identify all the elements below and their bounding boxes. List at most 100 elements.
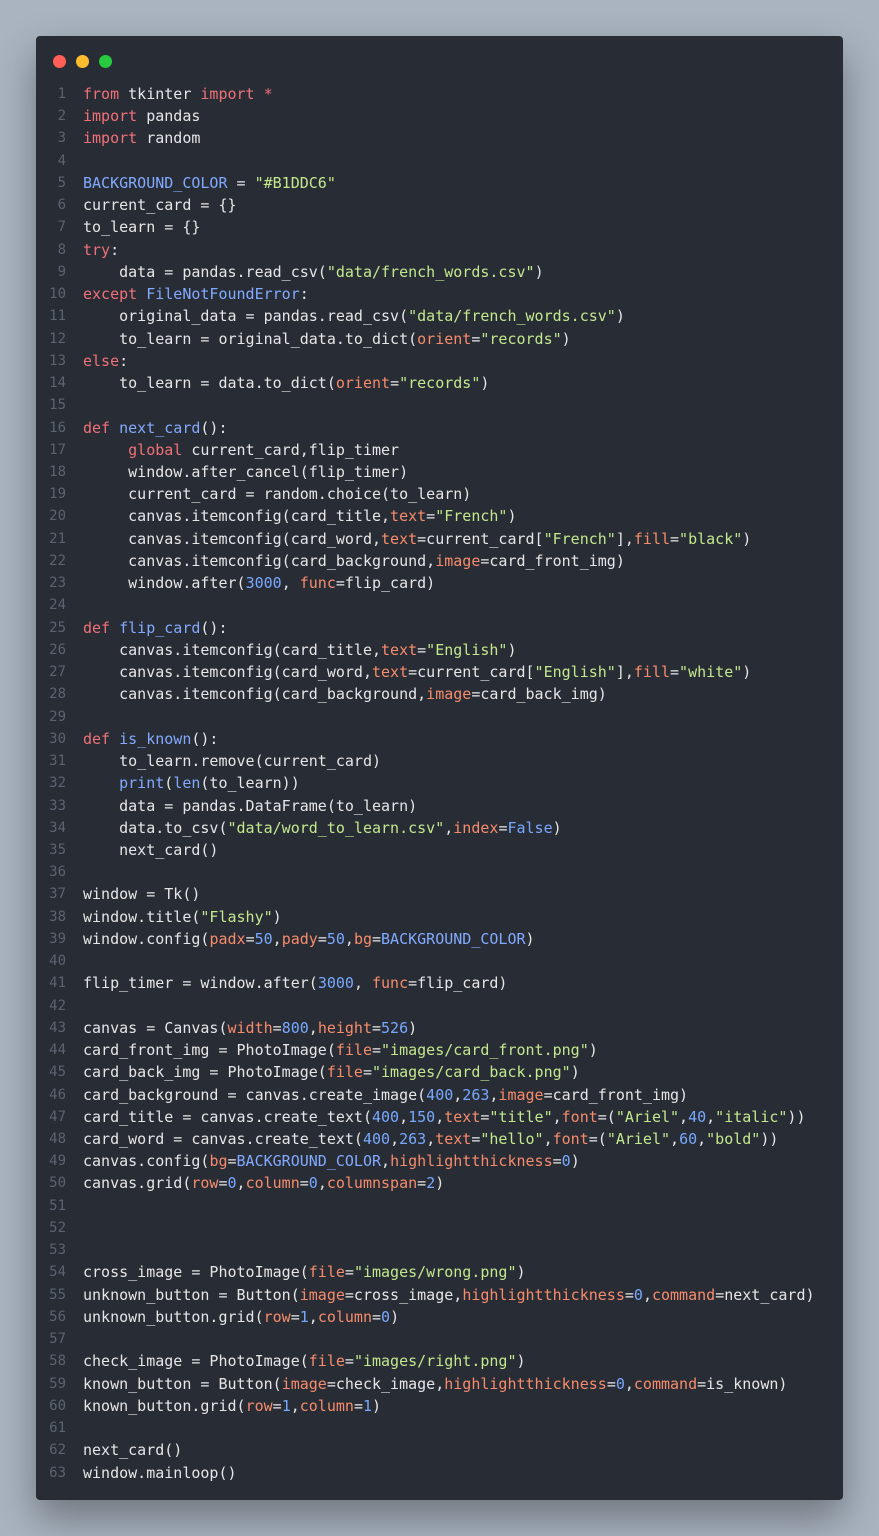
code-text: def flip_card(): <box>83 617 228 639</box>
code-token: 0 <box>561 1152 571 1171</box>
line-number: 34 <box>49 819 66 836</box>
code-token: ) <box>615 307 625 326</box>
code-line: 20 canvas.itemconfig(card_title,text="Fr… <box>36 505 843 527</box>
code-text: else: <box>83 350 128 372</box>
maximize-button[interactable] <box>99 55 112 68</box>
code-line: 47 card_title = canvas.create_text(400,15… <box>36 1106 843 1128</box>
minimize-button[interactable] <box>76 55 89 68</box>
line-number: 25 <box>49 619 66 636</box>
code-token: , <box>435 1107 445 1126</box>
code-line: 24 <box>36 594 843 616</box>
code-token: = <box>344 1263 354 1282</box>
code-token: canvas.config( <box>83 1152 210 1171</box>
code-token: , <box>444 818 454 837</box>
code-token: text <box>390 507 427 526</box>
code-token: 526 <box>381 1018 409 1037</box>
code-token: "data/french_words.csv" <box>326 262 535 281</box>
code-token: "#B1DDC6" <box>254 173 336 192</box>
code-text: unknown_button = Button(image=cross_imag… <box>83 1284 815 1306</box>
line-number: 23 <box>49 575 66 592</box>
line-number: 11 <box>49 308 66 325</box>
code-line: 31 to_learn.remove(current_card) <box>36 750 843 772</box>
code-token: ], <box>615 529 634 548</box>
line-number: 40 <box>49 953 66 970</box>
line-number: 28 <box>49 686 66 703</box>
code-token: file <box>326 1063 363 1082</box>
code-token: row <box>191 1174 219 1193</box>
code-token: ) <box>507 640 517 659</box>
code-text: import pandas <box>83 105 200 127</box>
line-number: 26 <box>49 641 66 658</box>
code-token: 1 <box>281 1396 291 1415</box>
code-text: def next_card(): <box>83 417 228 439</box>
code-line: 55 unknown_button = Button(image=cross_im… <box>36 1284 843 1306</box>
code-token: ) <box>534 262 544 281</box>
code-token: = <box>218 1174 228 1193</box>
code-token: def <box>83 418 111 437</box>
code-line: 30 def is_known(): <box>36 728 843 750</box>
line-number: 62 <box>49 1442 66 1459</box>
code-token: ) <box>390 1307 400 1326</box>
code-text: window.title("Flashy") <box>83 906 282 928</box>
code-line: 43 canvas = Canvas(width=800,height=526) <box>36 1017 843 1039</box>
code-token: to_learn = data.to_dict( <box>83 374 336 393</box>
line-number: 43 <box>49 1019 66 1036</box>
code-token: highlightthickness <box>390 1152 553 1171</box>
code-token: 1 <box>299 1307 309 1326</box>
code-token: : <box>119 351 129 370</box>
code-token: FileNotFoundError <box>146 285 300 304</box>
code-token: window.title( <box>83 907 201 926</box>
code-line: 18 window.after_cancel(flip_timer) <box>36 461 843 483</box>
code-token: pady <box>281 929 318 948</box>
code-token: ) <box>570 1152 580 1171</box>
code-token: unknown_button = Button( <box>83 1285 300 1304</box>
code-token: window.mainloop() <box>83 1463 237 1482</box>
code-token: =card_front_img) <box>480 551 625 570</box>
code-token: ) <box>516 1263 526 1282</box>
code-token: image <box>435 551 481 570</box>
code-line: 1 from tkinter import * <box>36 83 843 105</box>
code-token: canvas = Canvas( <box>83 1018 228 1037</box>
code-token: canvas.itemconfig(card_title, <box>83 640 382 659</box>
line-number: 10 <box>49 286 66 303</box>
code-token: = <box>372 1307 382 1326</box>
code-line: 38 window.title("Flashy") <box>36 906 843 928</box>
code-line: 53 <box>36 1239 843 1261</box>
code-token: window.after_cancel(flip_timer) <box>83 462 409 481</box>
code-token: "English" <box>534 663 616 682</box>
code-text: canvas.grid(row=0,column=0,columnspan=2) <box>83 1172 444 1194</box>
code-token: file <box>335 1041 372 1060</box>
code-token: , <box>281 574 300 593</box>
code-token: func <box>372 974 409 993</box>
close-button[interactable] <box>53 55 66 68</box>
line-number: 35 <box>49 841 66 858</box>
code-token: ], <box>615 663 634 682</box>
line-number: 18 <box>49 463 66 480</box>
line-number: 59 <box>49 1375 66 1392</box>
code-token: BACKGROUND_COLOR <box>83 173 228 192</box>
code-token: text <box>381 640 418 659</box>
code-token: 263 <box>399 1130 427 1149</box>
code-token: print <box>119 774 165 793</box>
code-token: current_card = {} <box>83 196 237 215</box>
code-text: except FileNotFoundError: <box>83 283 309 305</box>
code-token: card_background = canvas.create_image( <box>83 1085 427 1104</box>
code-token: flip_timer = window.after( <box>83 974 318 993</box>
line-number: 37 <box>49 886 66 903</box>
code-token: tkinter <box>119 85 201 103</box>
code-token: , <box>679 1107 689 1126</box>
code-token: = <box>390 374 400 393</box>
line-number: 17 <box>49 441 66 458</box>
code-token: unknown_button.grid( <box>83 1307 264 1326</box>
code-token: =flip_card) <box>408 974 508 993</box>
code-token: to_learn = original_data.to_dict( <box>83 329 418 348</box>
code-token: 400 <box>426 1085 454 1104</box>
code-token: 400 <box>371 1107 400 1126</box>
code-text: current_card = {} <box>83 194 237 216</box>
code-line: 58 check_image = PhotoImage(file="images/… <box>36 1350 843 1372</box>
code-text: canvas.itemconfig(card_word,text=current… <box>83 661 751 683</box>
